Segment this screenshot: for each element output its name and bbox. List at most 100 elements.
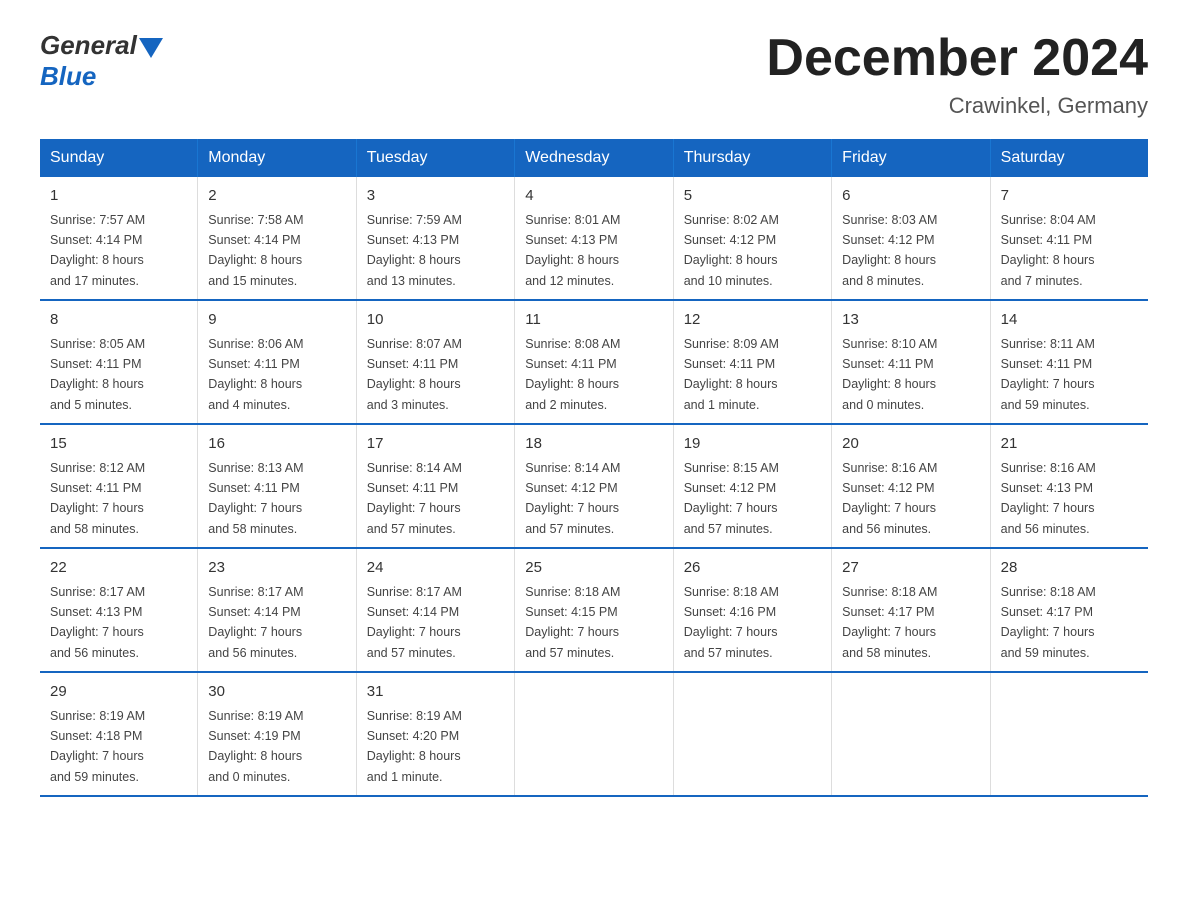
calendar-cell xyxy=(673,672,831,796)
calendar-table: SundayMondayTuesdayWednesdayThursdayFrid… xyxy=(40,139,1148,797)
day-info: Sunrise: 7:57 AM Sunset: 4:14 PM Dayligh… xyxy=(50,213,145,288)
calendar-header: SundayMondayTuesdayWednesdayThursdayFrid… xyxy=(40,139,1148,177)
day-info: Sunrise: 8:15 AM Sunset: 4:12 PM Dayligh… xyxy=(684,461,779,536)
day-info: Sunrise: 8:13 AM Sunset: 4:11 PM Dayligh… xyxy=(208,461,303,536)
header-day-wednesday: Wednesday xyxy=(515,139,673,177)
calendar-cell: 19 Sunrise: 8:15 AM Sunset: 4:12 PM Dayli… xyxy=(673,424,831,548)
day-number: 16 xyxy=(208,433,345,456)
day-info: Sunrise: 8:06 AM Sunset: 4:11 PM Dayligh… xyxy=(208,337,303,412)
day-info: Sunrise: 8:16 AM Sunset: 4:12 PM Dayligh… xyxy=(842,461,937,536)
calendar-cell: 9 Sunrise: 8:06 AM Sunset: 4:11 PM Daylig… xyxy=(198,300,356,424)
day-number: 29 xyxy=(50,681,187,704)
day-info: Sunrise: 8:11 AM Sunset: 4:11 PM Dayligh… xyxy=(1001,337,1095,412)
day-number: 21 xyxy=(1001,433,1138,456)
header-day-friday: Friday xyxy=(832,139,990,177)
header-day-thursday: Thursday xyxy=(673,139,831,177)
day-number: 20 xyxy=(842,433,979,456)
calendar-cell: 18Sunrise: 8:14 AM Sunset: 4:12 PM Dayli… xyxy=(515,424,673,548)
day-info: Sunrise: 8:17 AM Sunset: 4:14 PM Dayligh… xyxy=(208,585,303,660)
day-number: 13 xyxy=(842,309,979,332)
calendar-cell: 8 Sunrise: 8:05 AM Sunset: 4:11 PM Daylig… xyxy=(40,300,198,424)
calendar-cell: 16 Sunrise: 8:13 AM Sunset: 4:11 PM Dayli… xyxy=(198,424,356,548)
day-info: Sunrise: 8:09 AM Sunset: 4:11 PM Dayligh… xyxy=(684,337,779,412)
calendar-cell: 31 Sunrise: 8:19 AM Sunset: 4:20 PM Dayli… xyxy=(356,672,514,796)
logo-line1: General xyxy=(40,30,163,61)
page-title: December 2024 xyxy=(766,30,1148,87)
calendar-cell: 7Sunrise: 8:04 AM Sunset: 4:11 PM Daylig… xyxy=(990,177,1148,300)
day-number: 19 xyxy=(684,433,821,456)
calendar-cell: 29Sunrise: 8:19 AM Sunset: 4:18 PM Dayli… xyxy=(40,672,198,796)
day-number: 9 xyxy=(208,309,345,332)
day-info: Sunrise: 8:17 AM Sunset: 4:13 PM Dayligh… xyxy=(50,585,145,660)
calendar-cell xyxy=(990,672,1148,796)
day-info: Sunrise: 8:10 AM Sunset: 4:11 PM Dayligh… xyxy=(842,337,937,412)
calendar-cell: 27 Sunrise: 8:18 AM Sunset: 4:17 PM Dayli… xyxy=(832,548,990,672)
calendar-cell: 14Sunrise: 8:11 AM Sunset: 4:11 PM Dayli… xyxy=(990,300,1148,424)
day-number: 15 xyxy=(50,433,187,456)
calendar-cell: 28Sunrise: 8:18 AM Sunset: 4:17 PM Dayli… xyxy=(990,548,1148,672)
calendar-cell xyxy=(832,672,990,796)
day-info: Sunrise: 8:12 AM Sunset: 4:11 PM Dayligh… xyxy=(50,461,145,536)
header-row: SundayMondayTuesdayWednesdayThursdayFrid… xyxy=(40,139,1148,177)
header-day-tuesday: Tuesday xyxy=(356,139,514,177)
calendar-cell: 25Sunrise: 8:18 AM Sunset: 4:15 PM Dayli… xyxy=(515,548,673,672)
day-number: 28 xyxy=(1001,557,1138,580)
day-info: Sunrise: 8:18 AM Sunset: 4:15 PM Dayligh… xyxy=(525,585,620,660)
week-row-3: 15 Sunrise: 8:12 AM Sunset: 4:11 PM Dayli… xyxy=(40,424,1148,548)
day-number: 6 xyxy=(842,185,979,208)
calendar-cell: 15 Sunrise: 8:12 AM Sunset: 4:11 PM Dayli… xyxy=(40,424,198,548)
day-number: 22 xyxy=(50,557,187,580)
week-row-2: 8 Sunrise: 8:05 AM Sunset: 4:11 PM Daylig… xyxy=(40,300,1148,424)
logo-blue-text: Blue xyxy=(40,61,96,92)
day-info: Sunrise: 8:16 AM Sunset: 4:13 PM Dayligh… xyxy=(1001,461,1096,536)
week-row-5: 29Sunrise: 8:19 AM Sunset: 4:18 PM Dayli… xyxy=(40,672,1148,796)
calendar-cell: 20 Sunrise: 8:16 AM Sunset: 4:12 PM Dayli… xyxy=(832,424,990,548)
day-number: 2 xyxy=(208,185,345,208)
calendar-cell: 2Sunrise: 7:58 AM Sunset: 4:14 PM Daylig… xyxy=(198,177,356,300)
day-number: 31 xyxy=(367,681,504,704)
day-info: Sunrise: 7:59 AM Sunset: 4:13 PM Dayligh… xyxy=(367,213,462,288)
day-number: 27 xyxy=(842,557,979,580)
day-number: 30 xyxy=(208,681,345,704)
week-row-4: 22 Sunrise: 8:17 AM Sunset: 4:13 PM Dayli… xyxy=(40,548,1148,672)
day-info: Sunrise: 8:01 AM Sunset: 4:13 PM Dayligh… xyxy=(525,213,620,288)
day-info: Sunrise: 8:18 AM Sunset: 4:17 PM Dayligh… xyxy=(842,585,937,660)
logo-triangle-icon xyxy=(139,38,163,58)
day-info: Sunrise: 8:05 AM Sunset: 4:11 PM Dayligh… xyxy=(50,337,145,412)
calendar-cell: 23 Sunrise: 8:17 AM Sunset: 4:14 PM Dayli… xyxy=(198,548,356,672)
day-info: Sunrise: 8:14 AM Sunset: 4:12 PM Dayligh… xyxy=(525,461,620,536)
day-info: Sunrise: 8:19 AM Sunset: 4:20 PM Dayligh… xyxy=(367,709,462,784)
calendar-cell: 11Sunrise: 8:08 AM Sunset: 4:11 PM Dayli… xyxy=(515,300,673,424)
calendar-cell: 13 Sunrise: 8:10 AM Sunset: 4:11 PM Dayli… xyxy=(832,300,990,424)
day-number: 10 xyxy=(367,309,504,332)
calendar-cell xyxy=(515,672,673,796)
header-day-sunday: Sunday xyxy=(40,139,198,177)
calendar-cell: 5Sunrise: 8:02 AM Sunset: 4:12 PM Daylig… xyxy=(673,177,831,300)
subtitle: Crawinkel, Germany xyxy=(766,93,1148,119)
day-number: 26 xyxy=(684,557,821,580)
day-number: 1 xyxy=(50,185,187,208)
calendar-cell: 17 Sunrise: 8:14 AM Sunset: 4:11 PM Dayli… xyxy=(356,424,514,548)
day-number: 23 xyxy=(208,557,345,580)
day-info: Sunrise: 8:14 AM Sunset: 4:11 PM Dayligh… xyxy=(367,461,462,536)
logo-wrapper: General Blue xyxy=(40,30,163,92)
calendar-cell: 1 Sunrise: 7:57 AM Sunset: 4:14 PM Daylig… xyxy=(40,177,198,300)
day-info: Sunrise: 8:07 AM Sunset: 4:11 PM Dayligh… xyxy=(367,337,462,412)
day-info: Sunrise: 8:04 AM Sunset: 4:11 PM Dayligh… xyxy=(1001,213,1096,288)
day-number: 8 xyxy=(50,309,187,332)
week-row-1: 1 Sunrise: 7:57 AM Sunset: 4:14 PM Daylig… xyxy=(40,177,1148,300)
calendar-body: 1 Sunrise: 7:57 AM Sunset: 4:14 PM Daylig… xyxy=(40,177,1148,796)
day-info: Sunrise: 8:17 AM Sunset: 4:14 PM Dayligh… xyxy=(367,585,462,660)
title-section: December 2024 Crawinkel, Germany xyxy=(766,30,1148,119)
day-number: 17 xyxy=(367,433,504,456)
day-number: 4 xyxy=(525,185,662,208)
day-info: Sunrise: 8:18 AM Sunset: 4:16 PM Dayligh… xyxy=(684,585,779,660)
calendar-cell: 30Sunrise: 8:19 AM Sunset: 4:19 PM Dayli… xyxy=(198,672,356,796)
page-header: General Blue December 2024 Crawinkel, Ge… xyxy=(40,30,1148,119)
day-info: Sunrise: 8:02 AM Sunset: 4:12 PM Dayligh… xyxy=(684,213,779,288)
day-number: 11 xyxy=(525,309,662,332)
calendar-cell: 10 Sunrise: 8:07 AM Sunset: 4:11 PM Dayli… xyxy=(356,300,514,424)
calendar-cell: 4 Sunrise: 8:01 AM Sunset: 4:13 PM Daylig… xyxy=(515,177,673,300)
calendar-cell: 26 Sunrise: 8:18 AM Sunset: 4:16 PM Dayli… xyxy=(673,548,831,672)
calendar-cell: 6Sunrise: 8:03 AM Sunset: 4:12 PM Daylig… xyxy=(832,177,990,300)
